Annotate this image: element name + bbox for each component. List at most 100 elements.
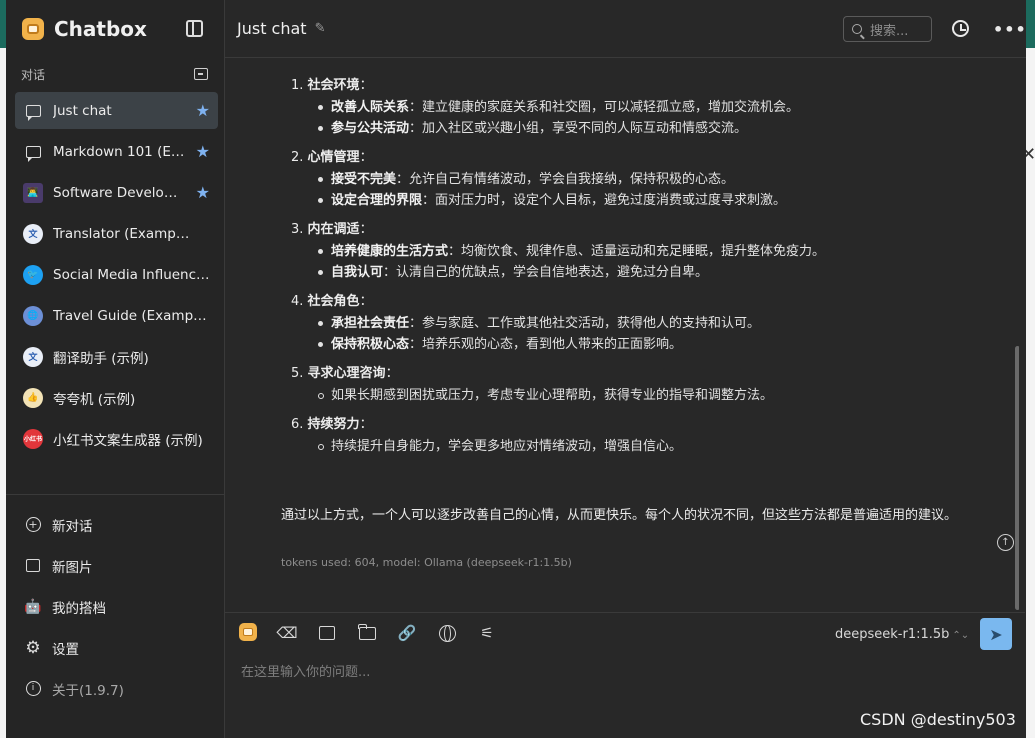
more-options-icon[interactable]: ••• — [993, 20, 1027, 39]
edit-pencil-icon[interactable]: ✎ — [315, 21, 326, 36]
list-item: 设定合理的界限：面对压力时，设定个人目标，避免过度消费或过度寻求刺激。 — [291, 190, 991, 211]
message-meta: tokens used: 604, model: Ollama (deepsee… — [281, 556, 572, 569]
list-item: 接受不完美：允许自己有情绪波动，学会自我接纳，保持积极的心态。 — [291, 169, 991, 190]
conversation-list: Just chat ★ Markdown 101 (Example) ★ 👨‍💻… — [6, 92, 224, 457]
star-icon[interactable]: ★ — [196, 183, 210, 202]
conversations-label: 对话 — [21, 67, 46, 82]
brand-header: Chatbox — [6, 0, 224, 58]
list-item: 保持积极心态：培养乐观的心态，看到他人带来的正面影响。 — [291, 334, 991, 355]
conversation-label: Just chat — [53, 102, 112, 119]
globe-icon[interactable] — [437, 623, 457, 643]
settings-label: 设置 — [52, 641, 79, 658]
message-list: 1. 社会环境： 改善人际关系：建立健康的家庭关系和社交圈，可以减轻孤立感，增加… — [291, 75, 991, 465]
new-image-label: 新图片 — [52, 559, 93, 576]
app-name: Chatbox — [54, 17, 147, 41]
list-item: 培养健康的生活方式：均衡饮食、规律作息、适量运动和充足睡眠，提升整体免疫力。 — [291, 241, 991, 262]
scroll-to-top-icon[interactable]: ↑ — [997, 534, 1014, 551]
conversation-label: 夸夸机 (示例) — [53, 391, 136, 408]
list-item: 自我认可：认清自己的优缺点，学会自信地表达，避免过分自卑。 — [291, 262, 991, 283]
message-input[interactable]: 在这里输入你的问题... — [241, 661, 370, 680]
image-plus-icon — [24, 557, 42, 575]
image-icon[interactable] — [317, 623, 337, 643]
conversation-item-translator[interactable]: 文 Translator (Example) — [15, 215, 218, 252]
link-icon[interactable]: 🔗 — [397, 623, 417, 643]
send-button[interactable]: ➤ — [980, 618, 1012, 650]
conversation-item-xiaohongshu[interactable]: 小红书 小红书文案生成器 (示例) — [15, 420, 218, 457]
sidebar-divider — [6, 494, 225, 495]
chat-bubble-icon — [23, 142, 43, 162]
section-heading: 3. 内在调适： — [291, 222, 373, 237]
conversation-item-travel-guide[interactable]: 🌐 Travel Guide (Example) — [15, 297, 218, 334]
section-heading: 1. 社会环境： — [291, 78, 373, 93]
my-copilots-label: 我的搭档 — [52, 600, 106, 617]
history-icon[interactable] — [952, 20, 969, 37]
section-heading: 4. 社会角色： — [291, 294, 373, 309]
section-heading: 2. 心情管理： — [291, 150, 373, 165]
watermark: CSDN @destiny503 — [860, 710, 1016, 729]
list-section: 2. 心情管理： 接受不完美：允许自己有情绪波动，学会自我接纳，保持积极的心态。… — [291, 147, 991, 211]
message-area: 1. 社会环境： 改善人际关系：建立健康的家庭关系和社交圈，可以减轻孤立感，增加… — [225, 59, 1019, 612]
collapse-sidebar-icon[interactable] — [186, 20, 203, 37]
chat-header: Just chat ✎ 搜索... ••• — [225, 0, 1026, 58]
model-label: deepseek-r1:1.5b — [835, 627, 950, 642]
conversation-item-just-chat[interactable]: Just chat ★ — [15, 92, 218, 129]
about-button[interactable]: i 关于(1.9.7) — [6, 668, 225, 709]
list-item: 如果长期感到困扰或压力，考虑专业心理帮助，获得专业的指导和调整方法。 — [291, 385, 991, 406]
section-heading: 6. 持续努力： — [291, 417, 373, 432]
conversation-item-praise-bot[interactable]: 👍 夸夸机 (示例) — [15, 379, 218, 416]
list-item: 改善人际关系：建立健康的家庭关系和社交圈，可以减轻孤立感，增加交流机会。 — [291, 97, 991, 118]
folder-icon[interactable] — [357, 623, 377, 643]
chat-main: Just chat ✎ 搜索... ••• 1. 社会环境： 改善人际关系：建立… — [225, 0, 1026, 738]
conversation-item-markdown-101[interactable]: Markdown 101 (Example) ★ — [15, 133, 218, 170]
search-placeholder: 搜索... — [870, 23, 909, 39]
sidebar-bottom-menu: + 新对话 新图片 🤖 我的搭档 ⚙ 设置 i 关于(1.9.7) — [6, 504, 225, 709]
new-image-button[interactable]: 新图片 — [6, 545, 225, 586]
conversation-item-software-developer[interactable]: 👨‍💻 Software Developer (Example) ★ — [15, 174, 218, 211]
new-chat-button[interactable]: + 新对话 — [6, 504, 225, 545]
conversation-label: Markdown 101 (Example) — [53, 143, 185, 160]
info-icon: i — [24, 680, 42, 698]
chat-bubble-icon — [23, 101, 43, 121]
star-icon[interactable]: ★ — [196, 101, 210, 120]
xiaohongshu-avatar: 小红书 — [23, 428, 43, 449]
gear-icon: ⚙ — [25, 637, 41, 658]
list-section: 5. 寻求心理咨询： 如果长期感到困扰或压力，考虑专业心理帮助，获得专业的指导和… — [291, 363, 991, 406]
list-section: 6. 持续努力： 持续提升自身能力，学会更多地应对情绪波动，增强自信心。 — [291, 414, 991, 457]
section-heading: 5. 寻求心理咨询： — [291, 366, 399, 381]
list-section: 4. 社会角色： 承担社会责任：参与家庭、工作或其他社交活动，获得他人的支持和认… — [291, 291, 991, 355]
conversation-item-social-media-influencer[interactable]: 🐦 Social Media Influencer (Example) — [15, 256, 218, 293]
translator-avatar: 文 — [23, 346, 43, 367]
conversation-label: Software Developer (Example) — [53, 184, 179, 201]
new-chat-label: 新对话 — [52, 518, 93, 535]
sliders-icon[interactable]: ⚟ — [477, 623, 497, 643]
praise-avatar: 👍 — [23, 387, 43, 408]
message-conclusion: 通过以上方式，一个人可以逐步改善自己的心情，从而更快乐。每个人的状况不同，但这些… — [281, 508, 958, 523]
robot-icon: 🤖 — [24, 598, 42, 615]
archive-icon[interactable] — [194, 68, 208, 80]
conversations-header: 对话 — [6, 59, 224, 89]
conversation-item-translation-assistant[interactable]: 文 翻译助手 (示例) — [15, 338, 218, 375]
search-icon — [852, 24, 862, 34]
globe-avatar: 🌐 — [23, 305, 43, 326]
about-label: 关于(1.9.7) — [52, 682, 124, 699]
chatbox-logo-icon — [22, 18, 44, 40]
send-icon: ➤ — [989, 624, 1003, 644]
scrollbar[interactable] — [1015, 346, 1019, 610]
developer-avatar: 👨‍💻 — [23, 182, 43, 203]
list-item: 持续提升自身能力，学会更多地应对情绪波动，增强自信心。 — [291, 436, 991, 457]
list-section: 3. 内在调适： 培养健康的生活方式：均衡饮食、规律作息、适量运动和充足睡眠，提… — [291, 219, 991, 283]
plus-circle-icon: + — [24, 516, 42, 534]
translator-avatar: 文 — [23, 223, 43, 244]
model-selector[interactable]: deepseek-r1:1.5b ⌃⌄ — [835, 627, 969, 642]
settings-button[interactable]: ⚙ 设置 — [6, 627, 225, 668]
search-box[interactable]: 搜索... — [843, 16, 932, 42]
conversation-label: Travel Guide (Example) — [53, 307, 210, 324]
eraser-icon[interactable]: ⌫ — [276, 623, 297, 643]
chat-title: Just chat — [237, 19, 307, 38]
my-copilots-button[interactable]: 🤖 我的搭档 — [6, 586, 225, 627]
conversation-label: 小红书文案生成器 (示例) — [53, 432, 203, 449]
conversation-label: 翻译助手 (示例) — [53, 350, 149, 367]
star-icon[interactable]: ★ — [196, 142, 210, 161]
twitter-avatar: 🐦 — [23, 264, 43, 285]
copilot-icon[interactable] — [239, 623, 257, 641]
